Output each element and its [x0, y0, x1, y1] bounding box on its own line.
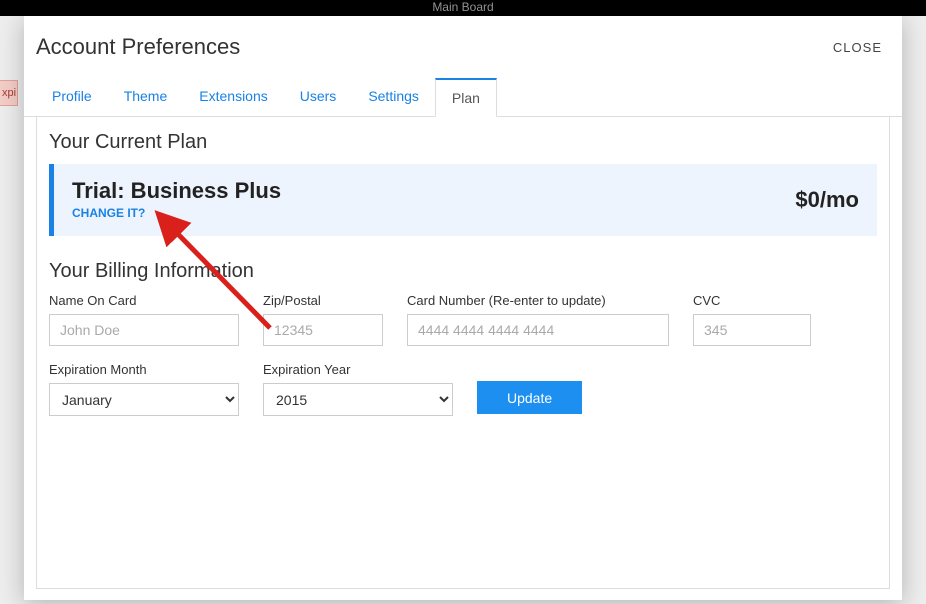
app-topbar: Main Board — [0, 0, 926, 16]
modal-title: Account Preferences — [36, 34, 240, 60]
billing-row-1: Name On Card Zip/Postal Card Number (Re-… — [49, 293, 877, 346]
zip-input[interactable] — [263, 314, 383, 346]
billing-info-title: Your Billing Information — [49, 260, 877, 283]
name-on-card-input[interactable] — [49, 314, 239, 346]
name-on-card-group: Name On Card — [49, 293, 239, 346]
tabs-bar: Profile Theme Extensions Users Settings … — [24, 78, 902, 117]
plan-price: $0/mo — [795, 187, 859, 213]
exp-year-label: Expiration Year — [263, 362, 453, 377]
update-group: Update — [477, 362, 582, 416]
exp-month-label: Expiration Month — [49, 362, 239, 377]
plan-info: Trial: Business Plus CHANGE IT? — [72, 178, 281, 222]
card-number-input[interactable] — [407, 314, 669, 346]
exp-year-group: Expiration Year 2015 — [263, 362, 453, 416]
account-preferences-modal: Account Preferences CLOSE Profile Theme … — [24, 16, 902, 600]
cvc-label: CVC — [693, 293, 811, 308]
topbar-title: Main Board — [432, 0, 493, 14]
plan-card: Trial: Business Plus CHANGE IT? $0/mo — [49, 164, 877, 236]
tab-content: Your Current Plan Trial: Business Plus C… — [36, 117, 890, 589]
exp-year-select[interactable]: 2015 — [263, 383, 453, 416]
plan-name: Trial: Business Plus — [72, 178, 281, 204]
zip-label: Zip/Postal — [263, 293, 383, 308]
zip-group: Zip/Postal — [263, 293, 383, 346]
billing-row-2: Expiration Month January Expiration Year… — [49, 362, 877, 416]
background-banner-fragment: xpi — [0, 80, 18, 106]
tab-theme[interactable]: Theme — [108, 78, 184, 117]
card-number-group: Card Number (Re-enter to update) — [407, 293, 669, 346]
exp-month-select[interactable]: January — [49, 383, 239, 416]
exp-month-group: Expiration Month January — [49, 362, 239, 416]
change-plan-link[interactable]: CHANGE IT? — [72, 206, 145, 220]
cvc-input[interactable] — [693, 314, 811, 346]
card-number-label: Card Number (Re-enter to update) — [407, 293, 669, 308]
tab-plan[interactable]: Plan — [435, 78, 497, 117]
modal-header: Account Preferences CLOSE — [24, 16, 902, 74]
tab-profile[interactable]: Profile — [36, 78, 108, 117]
name-on-card-label: Name On Card — [49, 293, 239, 308]
current-plan-title: Your Current Plan — [49, 131, 877, 154]
cvc-group: CVC — [693, 293, 811, 346]
tab-extensions[interactable]: Extensions — [183, 78, 283, 117]
close-button[interactable]: CLOSE — [833, 40, 882, 55]
update-button[interactable]: Update — [477, 381, 582, 414]
tab-users[interactable]: Users — [284, 78, 353, 117]
tab-settings[interactable]: Settings — [352, 78, 435, 117]
